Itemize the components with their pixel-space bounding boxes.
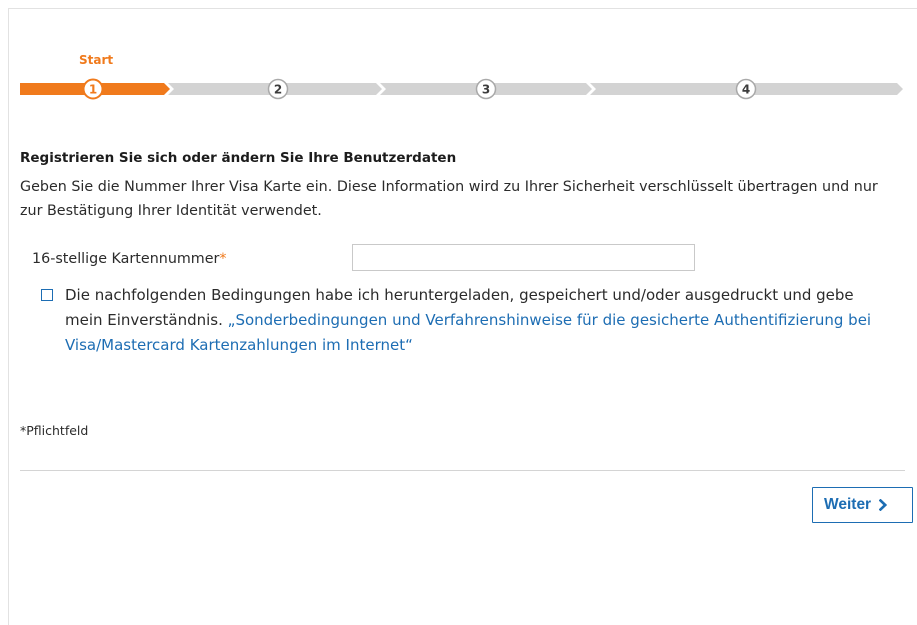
divider xyxy=(20,470,905,471)
step-number: 1 xyxy=(89,82,97,96)
step-3: 3 xyxy=(475,78,497,100)
card-number-label-text: 16-stellige Kartennummer xyxy=(32,251,220,267)
step-1: 1 xyxy=(82,78,104,100)
next-button[interactable]: Weiter xyxy=(812,487,913,523)
required-mark: * xyxy=(219,251,227,267)
terms-text-line-2: mein Einverständnis. xyxy=(65,311,223,329)
page-title: Registrieren Sie sich oder ändern Sie Ih… xyxy=(20,150,457,166)
current-step-label: Start xyxy=(79,53,114,67)
next-button-label: Weiter xyxy=(824,496,872,513)
terms-link-line-2: Visa/Mastercard Kartenzahlungen im Inter… xyxy=(65,336,413,354)
step-4: 4 xyxy=(735,78,757,100)
step-number: 2 xyxy=(274,82,282,96)
step-number: 3 xyxy=(482,82,490,96)
card-number-label: 16-stellige Kartennummer* xyxy=(32,247,227,271)
intro-text-line-2: zur Bestätigung Ihrer Identität verwende… xyxy=(20,203,322,219)
progress-stepper: 1 2 3 4 xyxy=(20,78,903,100)
step-2: 2 xyxy=(267,78,289,100)
step-number: 4 xyxy=(742,82,750,96)
chevron-right-icon xyxy=(879,499,888,511)
terms-checkbox[interactable] xyxy=(41,289,53,301)
required-field-note: *Pflichtfeld xyxy=(20,423,89,438)
intro-text: Geben Sie die Nummer Ihrer Visa Karte ei… xyxy=(20,175,878,223)
card-number-input[interactable] xyxy=(352,244,695,271)
terms-text: Die nachfolgenden Bedingungen habe ich h… xyxy=(65,283,871,358)
intro-text-line-1: Geben Sie die Nummer Ihrer Visa Karte ei… xyxy=(20,179,878,195)
terms-text-line-1: Die nachfolgenden Bedingungen habe ich h… xyxy=(65,286,854,304)
terms-link-line-1: „Sonderbedingungen und Verfahrenshinweis… xyxy=(227,311,872,329)
